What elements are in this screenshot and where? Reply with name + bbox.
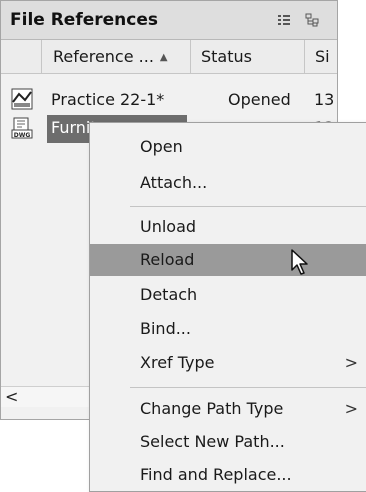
menu-item-attach[interactable]: Attach... <box>90 167 366 199</box>
menu-item-reload[interactable]: Reload <box>90 244 366 276</box>
context-menu: Open Attach... Unload Reload Detach Bind… <box>89 122 366 492</box>
submenu-arrow-icon: > <box>344 353 358 372</box>
menu-item-unload[interactable]: Unload <box>90 211 366 243</box>
svg-text:DWG: DWG <box>14 132 31 139</box>
dwg-xref-icon: DWG <box>11 117 33 139</box>
menu-item-open[interactable]: Open <box>90 131 366 163</box>
list-view-icon[interactable] <box>277 13 291 27</box>
palette-title: File References <box>10 10 159 30</box>
column-status[interactable]: Status <box>201 40 252 73</box>
menu-item-bind[interactable]: Bind... <box>90 313 366 345</box>
menu-separator <box>130 206 366 207</box>
menu-separator <box>130 387 366 388</box>
palette-header: File References <box>1 1 337 40</box>
mouse-cursor-icon <box>291 249 308 275</box>
column-header-row: Reference ... ▲ Status Si <box>1 40 337 74</box>
sort-ascending-icon: ▲ <box>159 52 168 63</box>
menu-item-change-path-type[interactable]: Change Path Type > <box>90 393 366 425</box>
menu-item-xref-type[interactable]: Xref Type > <box>90 347 366 379</box>
scroll-left-icon[interactable]: < <box>5 387 18 407</box>
drawing-file-icon <box>11 88 33 110</box>
menu-item-detach[interactable]: Detach <box>90 279 366 311</box>
table-row[interactable]: Practice 22-1* Opened 13 <box>1 85 337 115</box>
menu-item-select-new-path[interactable]: Select New Path... <box>90 426 366 458</box>
submenu-arrow-icon: > <box>344 399 358 418</box>
column-reference-name[interactable]: Reference ... ▲ <box>53 40 168 73</box>
tree-view-icon[interactable] <box>305 13 319 27</box>
menu-item-find-and-replace[interactable]: Find and Replace... <box>90 459 366 491</box>
column-size[interactable]: Si <box>315 40 330 73</box>
